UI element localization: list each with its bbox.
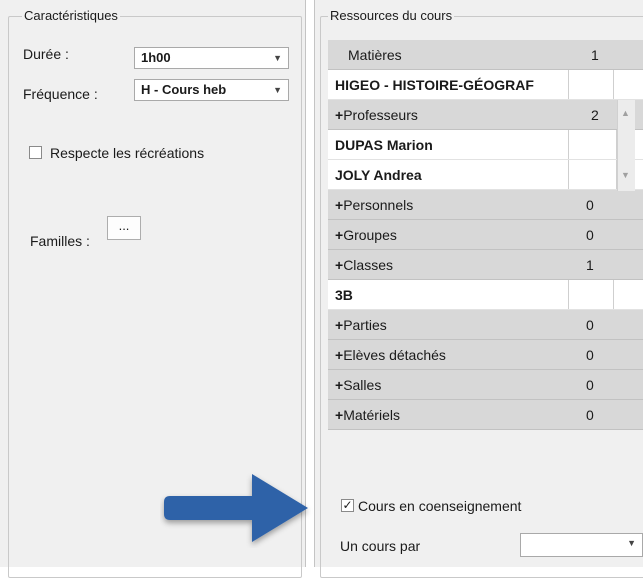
coens-label: Cours en coenseignement — [358, 498, 522, 514]
category-name: +Professeurs — [335, 107, 418, 123]
plus-icon[interactable]: + — [335, 347, 343, 363]
chevron-down-icon: ▼ — [273, 85, 282, 95]
category-name: +Elèves détachés — [335, 347, 446, 363]
cell-separator — [613, 280, 614, 309]
plus-icon[interactable]: + — [335, 257, 343, 273]
recreations-label: Respecte les récréations — [50, 145, 205, 161]
list-item[interactable]: JOLY Andrea — [328, 160, 643, 190]
list-item[interactable]: HIGEO - HISTOIRE-GÉOGRAF — [328, 70, 643, 100]
recreations-checkbox[interactable] — [29, 146, 42, 159]
category-name: +Personnels — [335, 197, 414, 213]
coens-checkbox[interactable]: ✓ — [341, 499, 354, 512]
category-count: 0 — [586, 197, 594, 213]
item-name: 3B — [335, 287, 353, 303]
cell-separator — [568, 70, 569, 99]
duree-value: 1h00 — [141, 50, 171, 65]
characteristics-legend: Caractéristiques — [22, 8, 120, 23]
frequence-select[interactable]: H - Cours heb ▼ — [134, 79, 289, 101]
category-row-personnels[interactable]: +Personnels 0 — [328, 190, 643, 220]
plus-icon[interactable]: + — [335, 197, 343, 213]
familles-label: Familles : — [30, 233, 90, 249]
category-row-professeurs[interactable]: +Professeurs 2 — [328, 100, 643, 130]
cell-separator — [568, 280, 569, 309]
familles-button[interactable]: ... — [107, 216, 141, 240]
category-name: +Matériels — [335, 407, 400, 423]
category-name: +Salles — [335, 377, 382, 393]
chevron-down-icon: ▼ — [273, 53, 282, 63]
resources-legend: Ressources du cours — [328, 8, 455, 23]
category-name: +Parties — [335, 317, 387, 333]
category-count: 0 — [586, 407, 594, 423]
cours-par-select[interactable]: ▼ — [520, 533, 643, 557]
list-item[interactable]: 3B — [328, 280, 643, 310]
category-row-classes[interactable]: +Classes 1 — [328, 250, 643, 280]
chevron-down-icon: ▼ — [627, 538, 636, 548]
professeurs-scrollbar[interactable]: ▲ ▼ — [617, 100, 635, 191]
plus-icon[interactable]: + — [335, 317, 343, 333]
category-count: 0 — [586, 317, 594, 333]
plus-icon[interactable]: + — [335, 107, 343, 123]
plus-icon[interactable]: + — [335, 227, 343, 243]
category-row-matieres[interactable]: Matières 1 — [328, 40, 643, 70]
category-count: 0 — [586, 377, 594, 393]
category-name: +Groupes — [335, 227, 397, 243]
list-item[interactable]: DUPAS Marion — [328, 130, 643, 160]
arrow-right-icon — [164, 474, 308, 542]
frequence-value: H - Cours heb — [141, 82, 227, 97]
category-name: +Classes — [335, 257, 393, 273]
scroll-down-icon[interactable]: ▼ — [621, 170, 630, 180]
plus-icon[interactable]: + — [335, 377, 343, 393]
category-count: 2 — [591, 107, 599, 123]
category-row-parties[interactable]: +Parties 0 — [328, 310, 643, 340]
cours-par-label: Un cours par — [340, 538, 421, 554]
duree-select[interactable]: 1h00 ▼ — [134, 47, 289, 69]
cell-separator — [568, 130, 569, 159]
plus-icon[interactable]: + — [335, 407, 343, 423]
category-row-salles[interactable]: +Salles 0 — [328, 370, 643, 400]
item-name: HIGEO - HISTOIRE-GÉOGRAF — [335, 77, 534, 93]
category-count: 1 — [591, 47, 599, 63]
scroll-up-icon[interactable]: ▲ — [621, 108, 630, 118]
frequence-label: Fréquence : — [23, 86, 98, 102]
category-row-eleves-detaches[interactable]: +Elèves détachés 0 — [328, 340, 643, 370]
item-name: DUPAS Marion — [335, 137, 433, 153]
category-row-groupes[interactable]: +Groupes 0 — [328, 220, 643, 250]
category-count: 0 — [586, 227, 594, 243]
category-count: 1 — [586, 257, 594, 273]
category-row-materiels[interactable]: +Matériels 0 — [328, 400, 643, 430]
category-count: 0 — [586, 347, 594, 363]
duree-label: Durée : — [23, 46, 69, 62]
cell-separator — [568, 160, 569, 189]
item-name: JOLY Andrea — [335, 167, 422, 183]
category-name: Matières — [348, 47, 402, 63]
checkmark-icon: ✓ — [342, 498, 353, 512]
cell-separator — [613, 70, 614, 99]
